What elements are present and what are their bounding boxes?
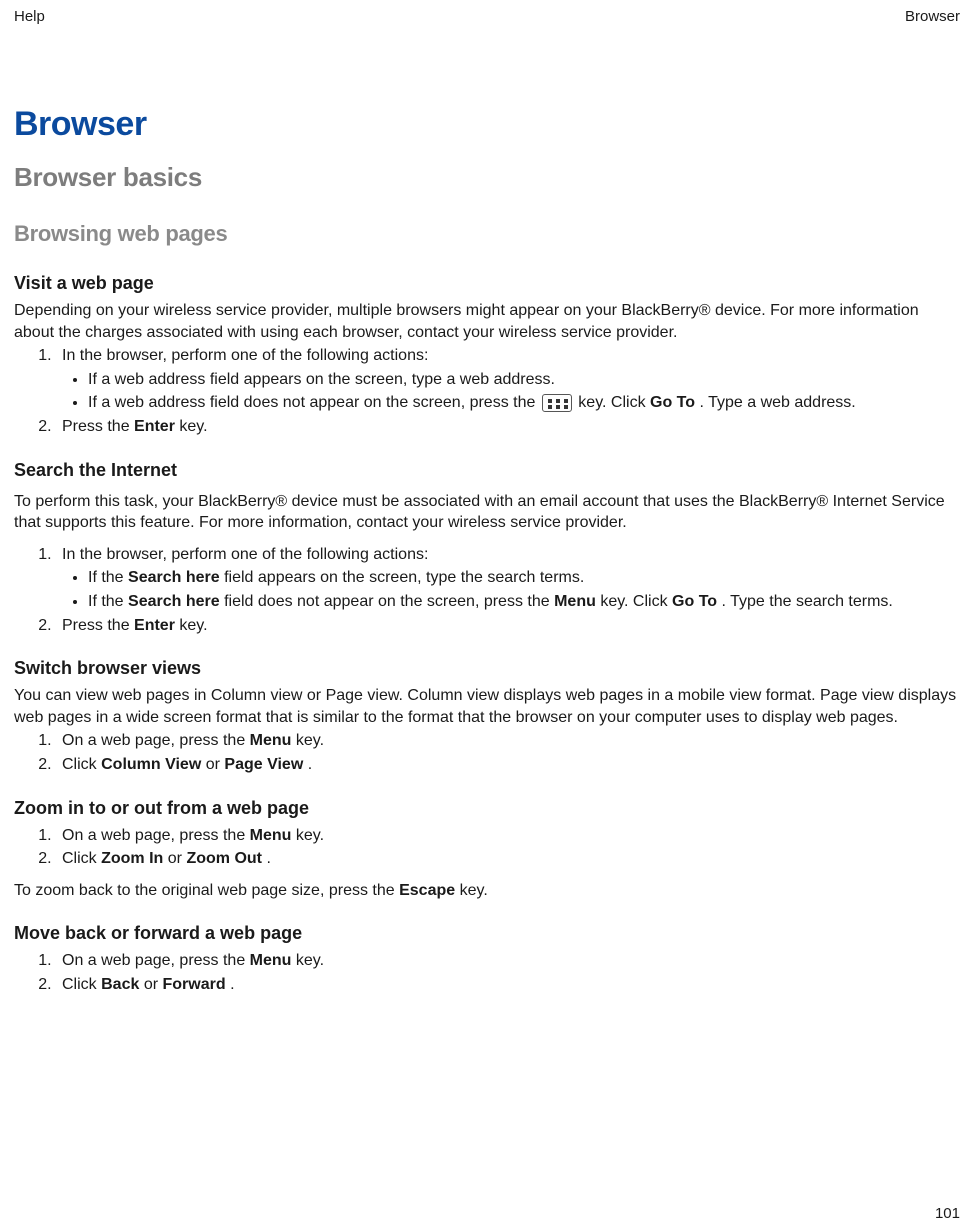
topic-heading: Visit a web page — [14, 273, 960, 294]
sub-bullets: If the Search here field appears on the … — [62, 567, 960, 612]
bold-text: Search here — [128, 593, 220, 610]
step-text: Click — [62, 850, 101, 867]
bold-text: Back — [101, 976, 139, 993]
bullet-text: If the — [88, 569, 128, 586]
step-item: Click Column View or Page View . — [56, 754, 960, 776]
header-left: Help — [14, 8, 45, 25]
topic-intro: You can view web pages in Column view or… — [14, 685, 960, 728]
section-heading: Browser basics — [14, 162, 960, 193]
topic-move: Move back or forward a web page On a web… — [14, 923, 960, 995]
note-text: key. — [460, 882, 488, 899]
topic-heading: Move back or forward a web page — [14, 923, 960, 944]
step-text: Press the — [62, 617, 134, 634]
step-text: or — [144, 976, 163, 993]
ordered-steps: On a web page, press the Menu key. Click… — [14, 825, 960, 870]
step-text: key. — [296, 732, 324, 749]
bold-text: Menu — [554, 593, 596, 610]
bullet-text: key. Click — [578, 394, 650, 411]
bold-text: Menu — [250, 952, 292, 969]
topic-note: To zoom back to the original web page si… — [14, 880, 960, 902]
bullet-item: If a web address field does not appear o… — [88, 392, 960, 414]
bold-text: Enter — [134, 418, 175, 435]
step-item: In the browser, perform one of the follo… — [56, 345, 960, 414]
step-text: or — [206, 756, 225, 773]
menu-key-icon — [542, 394, 572, 412]
page-body: Help Browser Browser Browser basics Brow… — [0, 0, 974, 995]
bold-text: Menu — [250, 827, 292, 844]
bullet-text: key. Click — [600, 593, 672, 610]
step-item: On a web page, press the Menu key. — [56, 730, 960, 752]
bold-text: Menu — [250, 732, 292, 749]
step-item: In the browser, perform one of the follo… — [56, 544, 960, 613]
bold-text: Escape — [399, 882, 455, 899]
step-text: key. — [179, 617, 207, 634]
step-text: On a web page, press the — [62, 827, 250, 844]
step-text: or — [168, 850, 187, 867]
bold-text: Zoom In — [101, 850, 163, 867]
step-text: On a web page, press the — [62, 732, 250, 749]
bullet-text: field appears on the screen, type the se… — [224, 569, 584, 586]
note-text: To zoom back to the original web page si… — [14, 882, 399, 899]
step-text: Click — [62, 976, 101, 993]
step-text: On a web page, press the — [62, 952, 250, 969]
topic-zoom: Zoom in to or out from a web page On a w… — [14, 798, 960, 902]
bold-text: Go To — [650, 394, 695, 411]
bullet-item: If a web address field appears on the sc… — [88, 369, 960, 391]
topic-search: Search the Internet To perform this task… — [14, 460, 960, 637]
bullet-text: If the — [88, 593, 128, 610]
step-text: . — [230, 976, 234, 993]
topic-heading: Switch browser views — [14, 658, 960, 679]
bullet-text: . Type a web address. — [700, 394, 856, 411]
step-text: key. — [296, 827, 324, 844]
topic-switch: Switch browser views You can view web pa… — [14, 658, 960, 775]
bullet-text: If a web address field appears on the sc… — [88, 371, 555, 388]
bold-text: Zoom Out — [186, 850, 262, 867]
ordered-steps: In the browser, perform one of the follo… — [14, 544, 960, 636]
topic-visit: Visit a web page Depending on your wirel… — [14, 273, 960, 438]
bold-text: Enter — [134, 617, 175, 634]
step-item: On a web page, press the Menu key. — [56, 950, 960, 972]
sub-bullets: If a web address field appears on the sc… — [62, 369, 960, 414]
step-item: Click Zoom In or Zoom Out . — [56, 848, 960, 870]
step-text: key. — [296, 952, 324, 969]
bullet-item: If the Search here field does not appear… — [88, 591, 960, 613]
step-text: . — [308, 756, 312, 773]
header-right: Browser — [905, 8, 960, 25]
bullet-text: . Type the search terms. — [722, 593, 893, 610]
ordered-steps: In the browser, perform one of the follo… — [14, 345, 960, 437]
bold-text: Search here — [128, 569, 220, 586]
running-header: Help Browser — [14, 8, 960, 25]
bold-text: Page View — [224, 756, 303, 773]
subsection-heading: Browsing web pages — [14, 221, 960, 247]
page-title: Browser — [14, 105, 960, 144]
ordered-steps: On a web page, press the Menu key. Click… — [14, 950, 960, 995]
step-text: . — [266, 850, 270, 867]
step-item: Press the Enter key. — [56, 615, 960, 637]
step-text: In the browser, perform one of the follo… — [62, 546, 428, 563]
step-text: In the browser, perform one of the follo… — [62, 347, 428, 364]
step-item: Press the Enter key. — [56, 416, 960, 438]
bold-text: Column View — [101, 756, 201, 773]
bullet-text: If a web address field does not appear o… — [88, 394, 540, 411]
topic-intro: To perform this task, your BlackBerry® d… — [14, 491, 960, 534]
step-text: Click — [62, 756, 101, 773]
bold-text: Go To — [672, 593, 717, 610]
bullet-text: field does not appear on the screen, pre… — [224, 593, 554, 610]
topic-heading: Zoom in to or out from a web page — [14, 798, 960, 819]
step-item: On a web page, press the Menu key. — [56, 825, 960, 847]
page-number: 101 — [935, 1205, 960, 1222]
ordered-steps: On a web page, press the Menu key. Click… — [14, 730, 960, 775]
step-item: Click Back or Forward . — [56, 974, 960, 996]
topic-intro: Depending on your wireless service provi… — [14, 300, 960, 343]
step-text: key. — [179, 418, 207, 435]
bullet-item: If the Search here field appears on the … — [88, 567, 960, 589]
topic-heading: Search the Internet — [14, 460, 960, 481]
bold-text: Forward — [162, 976, 225, 993]
step-text: Press the — [62, 418, 134, 435]
